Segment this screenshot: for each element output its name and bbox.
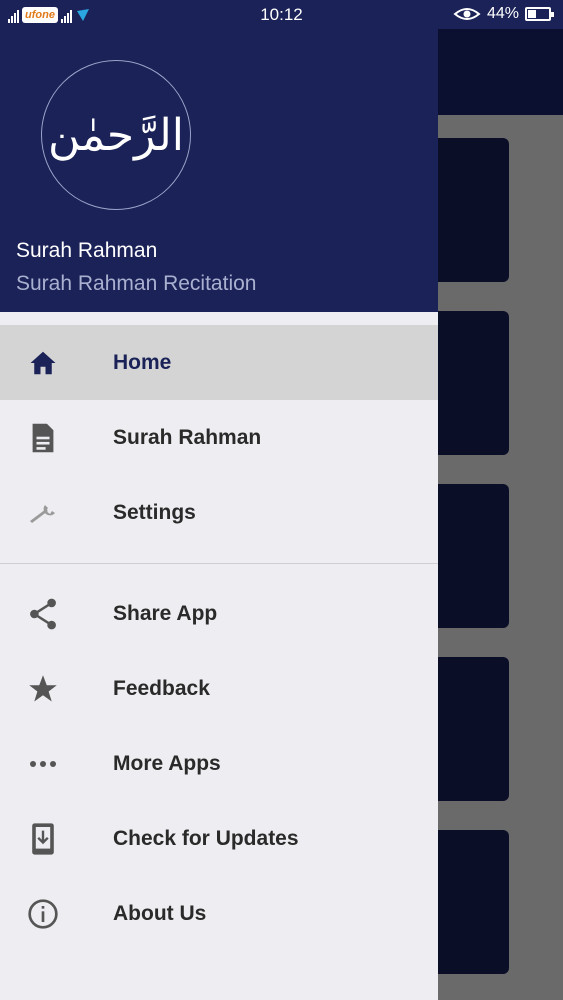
info-icon bbox=[26, 898, 60, 930]
navigation-drawer: الرَّحمٰن Surah Rahman Surah Rahman Reci… bbox=[0, 29, 438, 1000]
content-card bbox=[438, 830, 509, 974]
drawer-menu: Home Surah Rahman Settings Share App Fee… bbox=[0, 325, 438, 951]
document-icon bbox=[26, 422, 60, 454]
star-icon bbox=[26, 673, 60, 705]
download-icon bbox=[26, 823, 60, 855]
more-dots-icon bbox=[26, 748, 60, 780]
battery-icon bbox=[525, 7, 554, 21]
content-card bbox=[438, 657, 509, 801]
menu-item-more-apps[interactable]: More Apps bbox=[0, 726, 438, 801]
menu-label: Check for Updates bbox=[113, 826, 299, 850]
content-card bbox=[438, 311, 509, 455]
content-card bbox=[438, 138, 509, 282]
wrench-icon bbox=[26, 497, 60, 529]
menu-item-settings[interactable]: Settings bbox=[0, 475, 438, 550]
content-card bbox=[438, 484, 509, 628]
menu-label: Home bbox=[113, 350, 172, 374]
logo-calligraphy: الرَّحمٰن bbox=[47, 109, 185, 161]
menu-label: More Apps bbox=[113, 751, 221, 775]
menu-item-surah-rahman[interactable]: Surah Rahman bbox=[0, 400, 438, 475]
menu-label: About Us bbox=[113, 901, 207, 925]
menu-label: Feedback bbox=[113, 676, 210, 700]
eye-icon bbox=[453, 8, 481, 20]
menu-label: Settings bbox=[113, 500, 196, 524]
menu-divider bbox=[0, 563, 438, 564]
menu-item-about-us[interactable]: About Us bbox=[0, 876, 438, 951]
menu-label: Surah Rahman bbox=[113, 425, 262, 449]
status-bar: ufone 10:12 44% bbox=[0, 0, 563, 29]
share-icon bbox=[26, 598, 60, 630]
menu-item-home[interactable]: Home bbox=[0, 325, 438, 400]
menu-item-check-updates[interactable]: Check for Updates bbox=[0, 801, 438, 876]
drawer-subtitle: Surah Rahman Recitation bbox=[16, 272, 257, 295]
drawer-header: الرَّحمٰن Surah Rahman Surah Rahman Reci… bbox=[0, 29, 438, 312]
menu-item-feedback[interactable]: Feedback bbox=[0, 651, 438, 726]
menu-label: Share App bbox=[113, 601, 218, 625]
battery-percent: 44% bbox=[486, 5, 519, 22]
drawer-title: Surah Rahman bbox=[16, 239, 158, 262]
menu-item-share-app[interactable]: Share App bbox=[0, 576, 438, 651]
home-icon bbox=[26, 347, 60, 379]
app-logo: الرَّحمٰن bbox=[41, 60, 191, 210]
